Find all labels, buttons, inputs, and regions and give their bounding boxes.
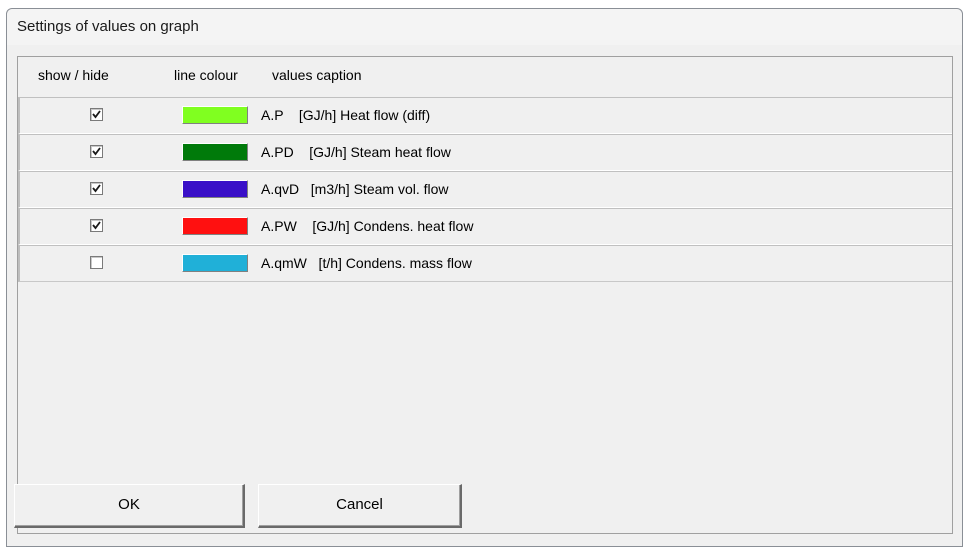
checkmark-icon (92, 184, 101, 193)
table-header: show / hide line colour values caption (18, 57, 952, 97)
values-list: A.P [GJ/h] Heat flow (diff) A.PD [GJ/h] S… (18, 97, 952, 282)
header-line-colour: line colour (174, 67, 238, 83)
header-values-caption: values caption (272, 67, 362, 83)
value-caption: A.PW [GJ/h] Condens. heat flow (261, 218, 474, 234)
show-hide-checkbox[interactable] (90, 219, 103, 232)
dialog-title: Settings of values on graph (7, 9, 962, 45)
value-caption: A.qmW [t/h] Condens. mass flow (261, 255, 472, 271)
header-show-hide: show / hide (38, 67, 109, 83)
line-colour-swatch[interactable] (182, 180, 248, 198)
checkmark-icon (92, 110, 101, 119)
table-row: A.PD [GJ/h] Steam heat flow (18, 134, 952, 171)
line-colour-swatch[interactable] (182, 217, 248, 235)
checkmark-icon (92, 147, 101, 156)
line-colour-swatch[interactable] (182, 254, 248, 272)
settings-dialog: Settings of values on graph show / hide … (6, 8, 963, 547)
value-caption: A.PD [GJ/h] Steam heat flow (261, 144, 451, 160)
table-row: A.qmW [t/h] Condens. mass flow (18, 245, 952, 282)
ok-button[interactable]: OK (14, 484, 245, 528)
show-hide-checkbox[interactable] (90, 145, 103, 158)
value-caption: A.qvD [m3/h] Steam vol. flow (261, 181, 449, 197)
line-colour-swatch[interactable] (182, 106, 248, 124)
table-row: A.qvD [m3/h] Steam vol. flow (18, 171, 952, 208)
show-hide-checkbox[interactable] (90, 182, 103, 195)
show-hide-checkbox[interactable] (90, 256, 103, 269)
show-hide-checkbox[interactable] (90, 108, 103, 121)
value-caption: A.P [GJ/h] Heat flow (diff) (261, 107, 431, 123)
table-row: A.P [GJ/h] Heat flow (diff) (18, 97, 952, 134)
table-row: A.PW [GJ/h] Condens. heat flow (18, 208, 952, 245)
cancel-button[interactable]: Cancel (258, 484, 462, 528)
line-colour-swatch[interactable] (182, 143, 248, 161)
checkmark-icon (92, 221, 101, 230)
values-settings-panel: show / hide line colour values caption A… (17, 56, 953, 534)
